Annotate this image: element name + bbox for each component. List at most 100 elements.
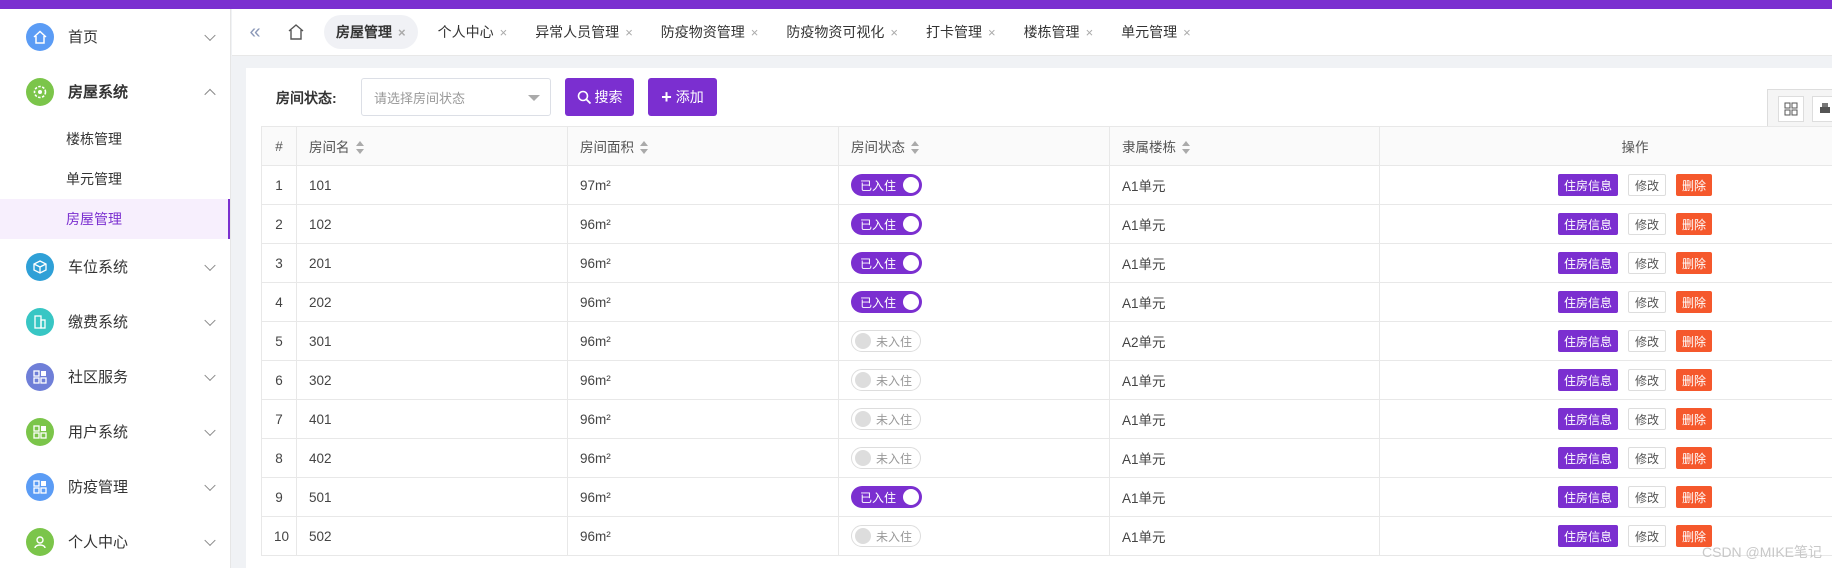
close-icon[interactable]: × (398, 25, 406, 40)
close-icon[interactable]: × (625, 25, 633, 40)
column-settings-button[interactable] (1778, 96, 1804, 122)
switch-knob (903, 489, 920, 505)
sort-icon[interactable] (640, 141, 648, 155)
housing-info-button[interactable]: 住房信息 (1557, 447, 1618, 469)
sidebar-item-2[interactable]: 车位系统 (0, 239, 230, 294)
edit-button[interactable]: 修改 (1627, 330, 1666, 352)
status-switch[interactable]: 未入住 (851, 408, 922, 430)
sidebar-item-7[interactable]: 个人中心 (0, 514, 230, 568)
main-content: 房间状态: 请选择房间状态 搜索 + 添加 # 房间名 房间面积 房间状态 隶属… (246, 68, 1832, 568)
cell-building: A1单元 (1109, 282, 1380, 322)
col-header-room-status[interactable]: 房间状态 (838, 126, 1110, 166)
edit-button[interactable]: 修改 (1627, 174, 1666, 196)
delete-button[interactable]: 删除 (1676, 330, 1713, 352)
cell-room-area: 96m² (567, 321, 839, 361)
edit-button[interactable]: 修改 (1627, 447, 1666, 469)
status-switch[interactable]: 已入住 (851, 213, 923, 235)
status-label: 已入住 (860, 178, 897, 193)
tab-7[interactable]: 单元管理 × (1107, 15, 1205, 49)
status-switch[interactable]: 已入住 (851, 486, 923, 508)
search-button[interactable]: 搜索 (565, 78, 634, 116)
col-header-room-name[interactable]: 房间名 (296, 126, 568, 166)
sort-icon[interactable] (1182, 141, 1190, 155)
delete-button[interactable]: 删除 (1676, 447, 1713, 469)
cell-building: A1单元 (1109, 165, 1380, 205)
switch-knob (903, 255, 920, 271)
cell-building: A1单元 (1109, 399, 1380, 439)
status-label: 已入住 (860, 490, 897, 505)
cell-room-name: 102 (296, 204, 568, 244)
sidebar-item-3[interactable]: 缴费系统 (0, 294, 230, 349)
export-button[interactable] (1812, 96, 1832, 122)
close-icon[interactable]: × (988, 25, 996, 40)
cell-room-area: 96m² (567, 399, 839, 439)
sidebar-item-6[interactable]: 防疫管理 (0, 459, 230, 514)
housing-info-button[interactable]: 住房信息 (1557, 291, 1618, 313)
delete-button[interactable]: 删除 (1676, 408, 1713, 430)
status-label: 未入住 (876, 373, 913, 388)
sort-icon[interactable] (355, 141, 364, 155)
housing-info-button[interactable]: 住房信息 (1557, 252, 1618, 274)
delete-button[interactable]: 删除 (1676, 291, 1713, 313)
table-row: 9 501 96m² 已入住 A1单元 住房信息 修改 删除 (261, 477, 1832, 517)
delete-button[interactable]: 删除 (1676, 213, 1713, 235)
sidebar-item-5[interactable]: 用户系统 (0, 404, 230, 459)
home-tab[interactable] (274, 17, 318, 47)
cell-room-name: 202 (296, 282, 568, 322)
tab-6[interactable]: 楼栋管理 × (1010, 15, 1108, 49)
housing-info-button[interactable]: 住房信息 (1557, 213, 1618, 235)
housing-info-button[interactable]: 住房信息 (1557, 525, 1618, 547)
status-switch[interactable]: 未入住 (851, 447, 922, 469)
sort-icon[interactable] (911, 141, 919, 155)
edit-button[interactable]: 修改 (1627, 486, 1666, 508)
tab-4[interactable]: 防疫物资可视化 × (772, 15, 912, 49)
tab-3[interactable]: 防疫物资管理 × (647, 15, 773, 49)
edit-button[interactable]: 修改 (1627, 408, 1666, 430)
housing-info-button[interactable]: 住房信息 (1557, 330, 1618, 352)
status-switch[interactable]: 未入住 (851, 525, 922, 547)
housing-info-button[interactable]: 住房信息 (1557, 174, 1618, 196)
housing-info-button[interactable]: 住房信息 (1557, 486, 1618, 508)
close-icon[interactable]: × (751, 25, 759, 40)
tab-label: 防疫物资管理 (660, 24, 745, 40)
tab-5[interactable]: 打卡管理 × (912, 15, 1010, 49)
sidebar-item-0[interactable]: 首页 (0, 9, 230, 64)
delete-button[interactable]: 删除 (1676, 486, 1713, 508)
tab-2[interactable]: 异常人员管理 × (521, 15, 647, 49)
edit-button[interactable]: 修改 (1627, 525, 1666, 547)
switch-knob (903, 216, 920, 232)
edit-button[interactable]: 修改 (1627, 369, 1666, 391)
col-header-label: 隶属楼栋 (1122, 140, 1176, 155)
delete-button[interactable]: 删除 (1676, 369, 1713, 391)
close-icon[interactable]: × (890, 25, 898, 40)
cell-actions: 住房信息 修改 删除 (1379, 282, 1832, 322)
sidebar-subitem-0[interactable]: 楼栋管理 (0, 119, 230, 159)
col-header-building[interactable]: 隶属楼栋 (1109, 126, 1380, 166)
status-switch[interactable]: 已入住 (851, 291, 923, 313)
close-icon[interactable]: × (1086, 25, 1094, 40)
edit-button[interactable]: 修改 (1627, 213, 1666, 235)
col-header-room-area[interactable]: 房间面积 (567, 126, 839, 166)
close-icon[interactable]: × (1183, 25, 1191, 40)
housing-info-button[interactable]: 住房信息 (1557, 408, 1618, 430)
delete-button[interactable]: 删除 (1676, 252, 1713, 274)
cell-room-name: 201 (296, 243, 568, 283)
status-switch[interactable]: 未入住 (851, 330, 922, 352)
edit-button[interactable]: 修改 (1627, 252, 1666, 274)
sidebar-item-4[interactable]: 社区服务 (0, 349, 230, 404)
sidebar-subitem-1[interactable]: 单元管理 (0, 159, 230, 199)
sidebar-subitem-2[interactable]: 房屋管理 (0, 199, 230, 239)
edit-button[interactable]: 修改 (1627, 291, 1666, 313)
sidebar-item-1[interactable]: 房屋系统 (0, 64, 230, 119)
collapse-sidebar-icon[interactable]: « (236, 17, 274, 47)
add-button[interactable]: + 添加 (648, 78, 717, 116)
housing-info-button[interactable]: 住房信息 (1557, 369, 1618, 391)
tab-1[interactable]: 个人中心 × (424, 15, 522, 49)
tab-0[interactable]: 房屋管理 × (324, 15, 418, 49)
delete-button[interactable]: 删除 (1676, 174, 1713, 196)
room-status-select[interactable]: 请选择房间状态 (361, 78, 551, 116)
status-switch[interactable]: 已入住 (851, 174, 923, 196)
status-switch[interactable]: 未入住 (851, 369, 922, 391)
close-icon[interactable]: × (500, 25, 508, 40)
status-switch[interactable]: 已入住 (851, 252, 923, 274)
